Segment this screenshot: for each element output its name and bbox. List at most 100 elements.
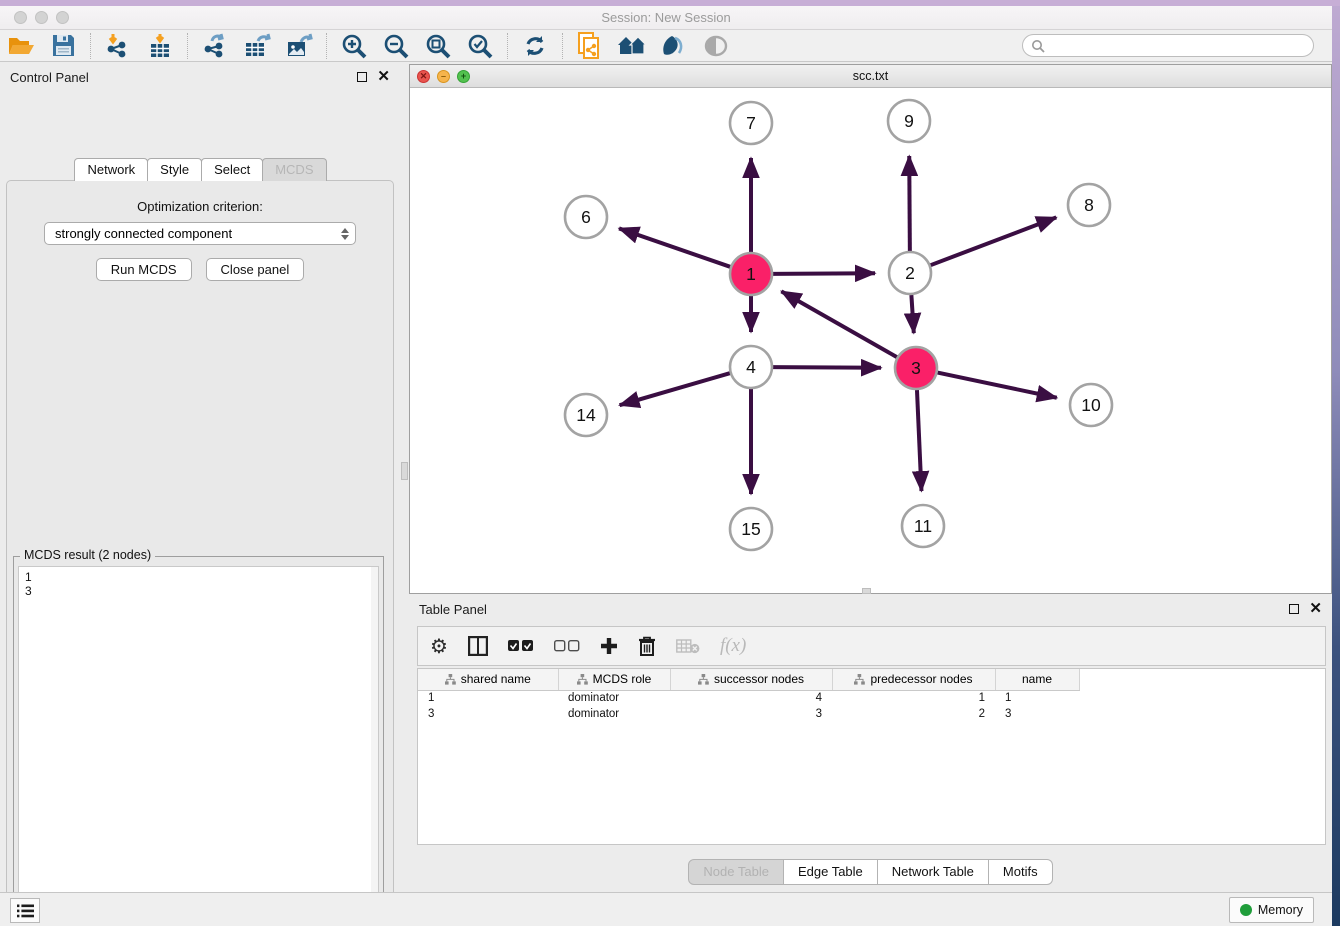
edge-2-9[interactable] <box>909 156 910 251</box>
node-table[interactable]: shared nameMCDS role successor nodes prede… <box>417 668 1326 845</box>
edge-2-8[interactable] <box>931 217 1057 265</box>
column-header-MCDS-role[interactable]: MCDS role <box>558 669 670 690</box>
function-builder-icon[interactable]: f(x) <box>720 631 746 661</box>
column-view-icon[interactable] <box>468 631 488 661</box>
control-panel: Control Panel ✕ NetworkStyleSelectMCDS O… <box>0 62 400 892</box>
tab-network[interactable]: Network <box>74 158 148 181</box>
style-eye-icon[interactable] <box>659 32 689 60</box>
edge-3-1[interactable] <box>781 291 896 357</box>
table-row[interactable]: 3dominator323 <box>418 706 1079 722</box>
table-cell[interactable]: 3 <box>670 706 832 722</box>
dropdown-value: strongly connected component <box>55 226 232 241</box>
memory-button[interactable]: Memory <box>1229 897 1314 923</box>
hierarchy-icon <box>445 674 456 685</box>
select-all-checkboxes-icon[interactable] <box>508 631 534 661</box>
save-icon[interactable] <box>48 32 78 60</box>
run-mcds-button[interactable]: Run MCDS <box>96 258 192 281</box>
tab-style[interactable]: Style <box>147 158 202 181</box>
node-label-8: 8 <box>1084 195 1094 215</box>
main-traffic-lights[interactable] <box>14 11 69 24</box>
network-files-icon[interactable] <box>575 32 605 60</box>
zoom-out-icon[interactable] <box>381 32 411 60</box>
column-label: successor nodes <box>714 672 804 686</box>
export-table-icon[interactable] <box>242 32 272 60</box>
node-label-4: 4 <box>746 357 756 377</box>
zoom-fit-icon[interactable] <box>423 32 453 60</box>
gear-icon[interactable]: ⚙ <box>430 631 448 661</box>
tab-edge-table[interactable]: Edge Table <box>784 859 878 885</box>
optimization-criterion-label: Optimization criterion: <box>7 199 393 214</box>
refresh-icon[interactable] <box>520 32 550 60</box>
eye-icon[interactable] <box>701 32 731 60</box>
minimize-window-icon[interactable] <box>35 11 48 24</box>
edge-2-3[interactable] <box>911 295 913 333</box>
network-canvas[interactable]: 7968124314101511 <box>410 88 1331 593</box>
network-graph[interactable]: 7968124314101511 <box>410 88 1331 593</box>
zoom-window-icon[interactable] <box>56 11 69 24</box>
home-icon[interactable] <box>617 32 647 60</box>
search-input[interactable] <box>1022 34 1314 57</box>
table-cell[interactable]: 4 <box>670 690 832 706</box>
node-label-3: 3 <box>911 358 921 378</box>
edge-3-10[interactable] <box>938 373 1057 398</box>
close-table-panel-icon[interactable]: ✕ <box>1309 604 1322 614</box>
tab-select[interactable]: Select <box>201 158 263 181</box>
zoom-in-icon[interactable] <box>339 32 369 60</box>
tab-motifs[interactable]: Motifs <box>989 859 1053 885</box>
table-panel-title: Table Panel <box>419 602 487 617</box>
network-window-titlebar[interactable]: ✕ – + scc.txt <box>410 65 1331 88</box>
main-titlebar: Session: New Session <box>0 6 1332 30</box>
export-image-icon[interactable] <box>284 32 314 60</box>
minimize-view-icon[interactable]: – <box>437 70 450 83</box>
mcds-panel: Optimization criterion: strongly connect… <box>6 180 394 926</box>
float-panel-icon[interactable] <box>357 72 367 82</box>
close-panel-icon[interactable]: ✕ <box>377 72 390 82</box>
zoom-selected-icon[interactable] <box>465 32 495 60</box>
open-folder-icon[interactable] <box>6 32 36 60</box>
table-toolbar: ⚙ f(x) <box>417 626 1326 666</box>
column-header-name[interactable]: name <box>995 669 1079 690</box>
splitter-grip-vertical[interactable] <box>401 462 408 480</box>
close-view-icon[interactable]: ✕ <box>417 70 430 83</box>
column-header-predecessor-nodes[interactable]: predecessor nodes <box>832 669 995 690</box>
splitter-grip-horizontal[interactable] <box>862 588 871 594</box>
close-panel-button[interactable]: Close panel <box>206 258 305 281</box>
tab-mcds[interactable]: MCDS <box>262 158 326 181</box>
hierarchy-icon <box>698 674 709 685</box>
mcds-result-textarea[interactable]: 1 3 <box>18 566 379 923</box>
table-cell[interactable]: 1 <box>832 690 995 706</box>
table-cell[interactable]: 1 <box>995 690 1079 706</box>
table-cell[interactable]: 1 <box>418 690 558 706</box>
edge-4-14[interactable] <box>620 373 730 405</box>
close-window-icon[interactable] <box>14 11 27 24</box>
table-cell[interactable]: 3 <box>995 706 1079 722</box>
result-scrollbar[interactable] <box>371 567 378 922</box>
edge-4-3[interactable] <box>773 367 881 368</box>
task-history-button[interactable] <box>10 898 40 923</box>
column-header-successor-nodes[interactable]: successor nodes <box>670 669 832 690</box>
add-icon[interactable] <box>600 631 618 661</box>
table-row[interactable]: 1dominator411 <box>418 690 1079 706</box>
edge-1-6[interactable] <box>619 228 730 266</box>
tab-node-table[interactable]: Node Table <box>688 859 784 885</box>
table-cell[interactable]: 2 <box>832 706 995 722</box>
edge-1-2[interactable] <box>773 273 875 274</box>
column-header-shared-name[interactable]: shared name <box>418 669 558 690</box>
import-network-icon[interactable] <box>103 32 133 60</box>
network-view-window: ✕ – + scc.txt 7968124314101511 <box>409 64 1332 594</box>
export-network-icon[interactable] <box>200 32 230 60</box>
node-label-6: 6 <box>581 207 591 227</box>
import-table-icon[interactable] <box>145 32 175 60</box>
float-table-panel-icon[interactable] <box>1289 604 1299 614</box>
delete-icon[interactable] <box>638 631 656 661</box>
delete-table-icon[interactable] <box>676 631 700 661</box>
table-cell[interactable]: 3 <box>418 706 558 722</box>
toolbar-separator <box>326 33 327 59</box>
table-cell[interactable]: dominator <box>558 690 670 706</box>
optimization-criterion-select[interactable]: strongly connected component <box>44 222 356 245</box>
maximize-view-icon[interactable]: + <box>457 70 470 83</box>
table-cell[interactable]: dominator <box>558 706 670 722</box>
deselect-all-checkboxes-icon[interactable] <box>554 631 580 661</box>
edge-3-11[interactable] <box>917 390 921 491</box>
tab-network-table[interactable]: Network Table <box>878 859 989 885</box>
